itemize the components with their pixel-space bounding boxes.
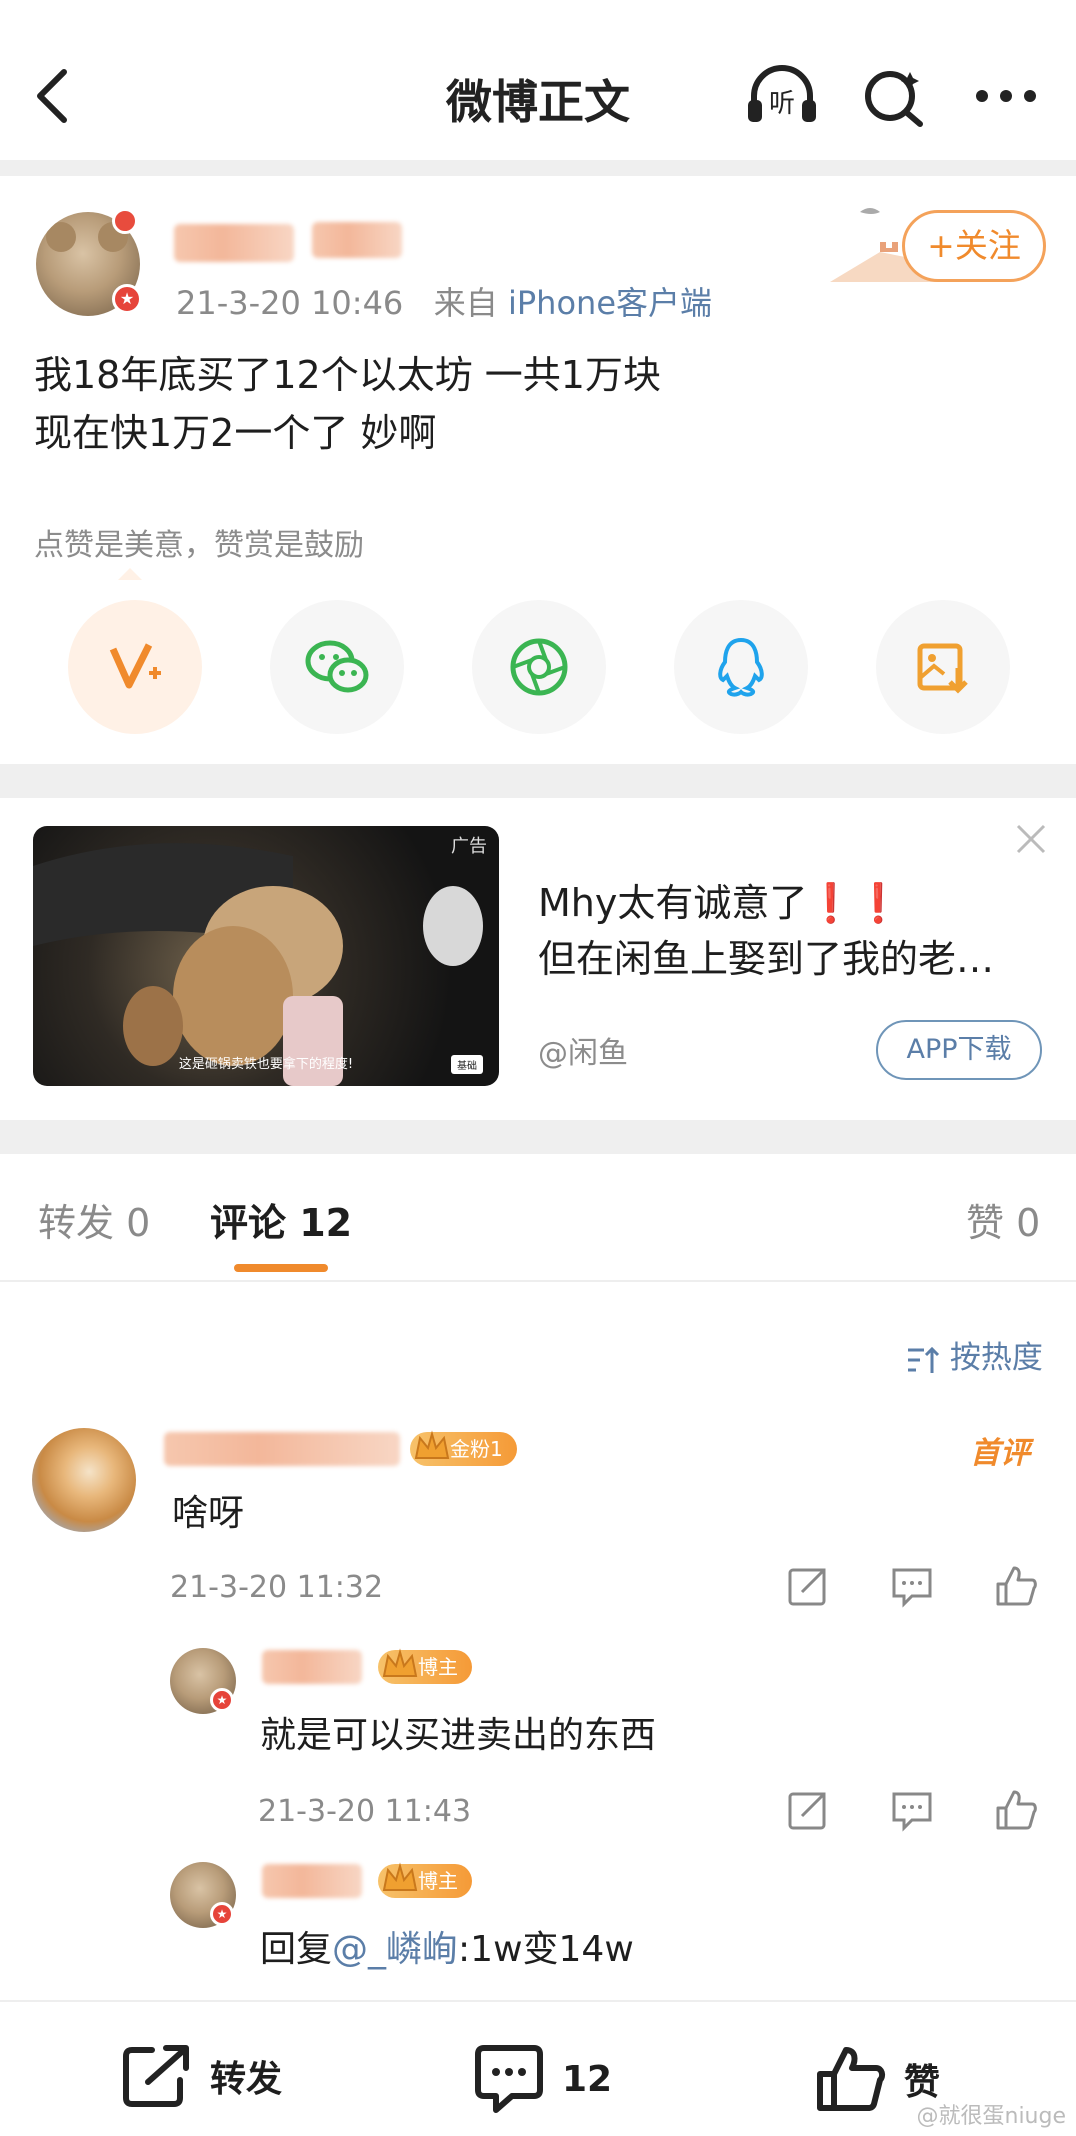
badge-label: 博主 (418, 1869, 458, 1893)
video-caption: 这是砸锅卖铁也要拿下的程度! (178, 1057, 354, 1072)
reward-v-icon (109, 643, 161, 689)
repost-action-button[interactable]: 转发 (122, 2044, 282, 2108)
post-content-line: 现在快1万2一个了 妙啊 (34, 411, 437, 455)
divider (0, 1120, 1076, 1154)
tab-repost[interactable]: 转发 0 (38, 1192, 150, 1247)
post-content-line: 我18年底买了12个以太坊 一共1万块 (34, 353, 661, 397)
pointer-caret-icon (118, 568, 142, 580)
sort-icon (908, 1346, 940, 1373)
repost-icon (123, 2045, 189, 2107)
comment-time: 21-3-20 11:32 (170, 1570, 384, 1605)
reward-v-button[interactable] (68, 600, 202, 734)
verified-badge-icon: ★ (210, 1902, 234, 1926)
comment-time: 21-3-20 11:43 (258, 1794, 472, 1829)
commenter-avatar[interactable] (32, 1428, 136, 1532)
post-content: 我18年底买了12个以太坊 一共1万块 现在快1万2一个了 妙啊 (34, 346, 661, 462)
share-moments-button[interactable] (472, 600, 606, 734)
listen-headphone-icon[interactable]: 听 (746, 64, 818, 128)
fan-level-badge: 金粉1 (410, 1430, 517, 1466)
top-nav-bar: 微博正文 听 (0, 0, 1076, 160)
divider (0, 160, 1076, 176)
video-button: 基础 (451, 1055, 483, 1074)
commenter-name-blurred[interactable] (262, 1650, 362, 1684)
ad-title-line[interactable]: 但在闲鱼上娶到了我的老… (538, 928, 994, 983)
author-name-blurred[interactable] (174, 224, 294, 262)
comment-count: 12 (562, 2058, 613, 2100)
repost-label: 转发 (210, 2059, 283, 2100)
app-download-button[interactable]: APP下载 (876, 1020, 1042, 1080)
game-character-illustration (33, 843, 483, 1086)
comment-action-button[interactable]: 12 (474, 2044, 612, 2114)
comment-icon[interactable] (890, 1564, 934, 1608)
comment-icon (475, 2045, 543, 2113)
ad-tag: 广告 (451, 836, 487, 857)
avatar-bear-ear (46, 222, 76, 252)
ad-card[interactable]: 广告 这是砸锅卖铁也要拿下的程度! 基础 Mhy太有诚意了❗❗ 但在闲鱼上娶到了… (0, 798, 1076, 1120)
commenter-name-blurred[interactable] (262, 1864, 362, 1898)
repost-icon[interactable] (786, 1564, 830, 1608)
mention-link[interactable]: @_嶙峋 (332, 1929, 458, 1970)
post-source-prefix: 来自 (433, 284, 498, 322)
sort-label: 按热度 (949, 1340, 1043, 1376)
save-image-button[interactable] (876, 600, 1010, 734)
verified-badge-icon: ★ (112, 284, 142, 314)
like-thumb-icon[interactable] (994, 1564, 1038, 1608)
moments-aperture-icon (510, 638, 568, 696)
bottom-action-bar: 转发 12 赞 @就很蛋niuge (0, 2000, 1076, 2136)
watermark: @就很蛋niuge (916, 2104, 1067, 2129)
share-qq-button[interactable] (674, 600, 808, 734)
red-dot-icon (112, 208, 138, 234)
close-icon[interactable] (1014, 822, 1048, 856)
post-card: ★ 21-3-20 10:46 来自 iPhone客户端 +关注 我18年底买了… (0, 176, 1076, 764)
comment-text: 就是可以买进卖出的东西 (260, 1715, 657, 1756)
active-tab-indicator (234, 1264, 328, 1272)
ad-source: @闲鱼 (538, 1036, 628, 1071)
crown-icon (414, 1430, 450, 1459)
badge-label: 博主 (418, 1655, 458, 1679)
post-source[interactable]: iPhone客户端 (508, 284, 712, 322)
tabs-bar: 转发 0 评论 12 赞 0 (0, 1154, 1076, 1282)
crown-icon (382, 1648, 418, 1677)
wechat-icon (305, 640, 369, 693)
save-image-icon (917, 643, 968, 694)
reply-body: :1w变14w (458, 1929, 634, 1970)
repost-icon[interactable] (786, 1788, 830, 1832)
more-options-icon[interactable] (970, 64, 1042, 128)
ad-video-thumbnail[interactable]: 广告 这是砸锅卖铁也要拿下的程度! 基础 (33, 826, 499, 1086)
first-comment-label: 首评 (970, 1436, 1030, 1471)
tab-likes[interactable]: 赞 0 (966, 1192, 1040, 1247)
svg-text:听: 听 (769, 89, 795, 119)
sort-by-hot-button[interactable]: 按热度 (906, 1332, 1043, 1377)
reply-text: 回复@_嶙峋:1w变14w (260, 1920, 634, 1972)
like-thumb-icon (817, 2047, 886, 2111)
like-thumb-icon[interactable] (994, 1788, 1038, 1832)
follow-button[interactable]: +关注 (902, 210, 1046, 282)
reward-hint: 点赞是美意，赞赏是鼓励 (34, 528, 364, 563)
comment-icon[interactable] (890, 1788, 934, 1832)
author-badge: 博主 (378, 1862, 472, 1898)
divider (0, 764, 1076, 798)
comment-text: 啥呀 (172, 1493, 245, 1534)
verified-badge-icon: ★ (210, 1688, 234, 1712)
crown-icon (382, 1862, 418, 1891)
post-timestamp: 21-3-20 10:46 (176, 284, 404, 322)
share-wechat-button[interactable] (270, 600, 404, 734)
qq-penguin-icon (718, 637, 764, 697)
author-name-blurred (312, 222, 402, 258)
badge-label: 金粉1 (450, 1437, 503, 1461)
ad-title-line[interactable]: Mhy太有诚意了❗❗ (538, 872, 902, 927)
search-icon[interactable] (858, 64, 930, 128)
author-badge: 博主 (378, 1648, 472, 1684)
commenter-name-blurred[interactable] (164, 1432, 400, 1466)
reply-prefix: 回复 (260, 1929, 333, 1970)
post-meta: 21-3-20 10:46 来自 iPhone客户端 (176, 278, 712, 324)
tab-comments[interactable]: 评论 12 (210, 1192, 352, 1247)
